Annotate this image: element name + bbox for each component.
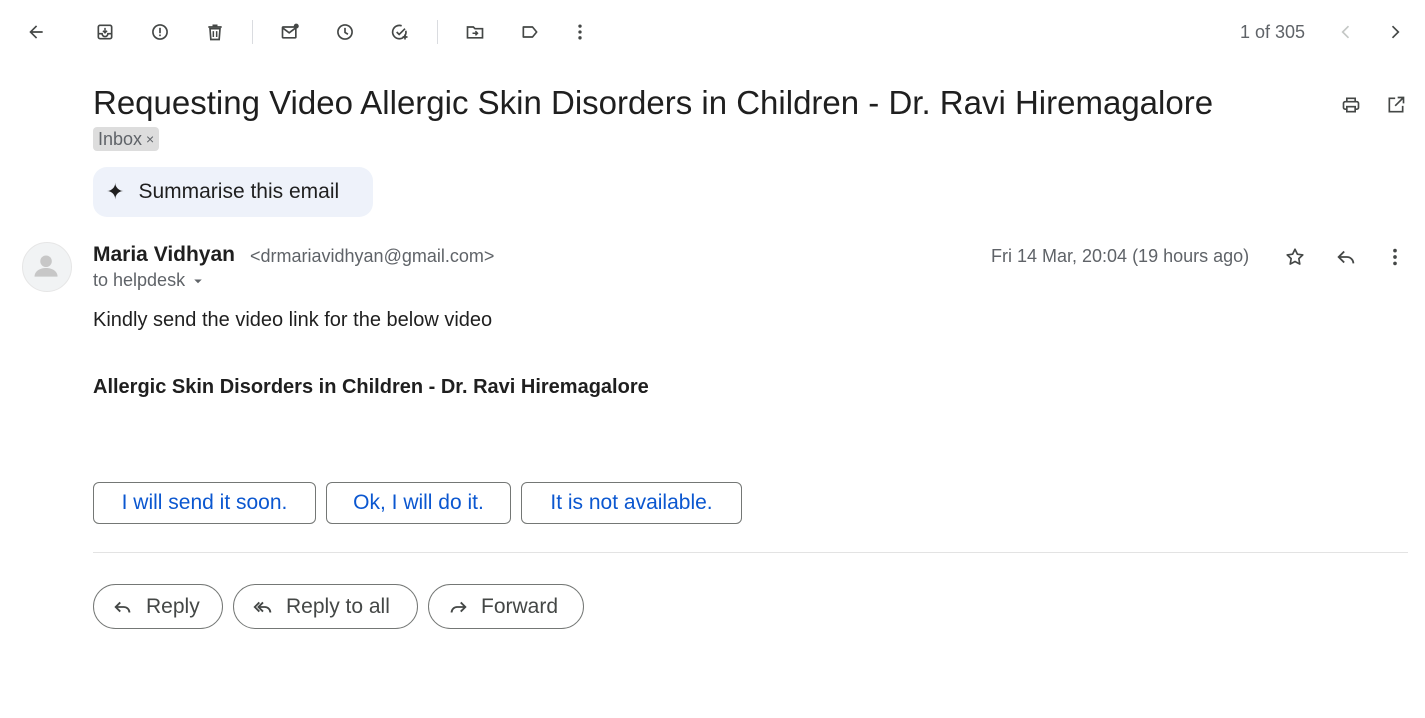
print-icon[interactable] bbox=[1335, 89, 1367, 121]
remove-label-icon[interactable]: × bbox=[146, 131, 154, 147]
newer-chevron-icon[interactable] bbox=[1330, 16, 1362, 48]
delete-icon[interactable] bbox=[199, 16, 231, 48]
recipients-toggle[interactable]: to helpdesk bbox=[93, 270, 207, 291]
email-body-video-title: Allergic Skin Disorders in Children - Dr… bbox=[93, 376, 649, 398]
summarise-label: Summarise this email bbox=[138, 180, 340, 203]
message-more-icon[interactable] bbox=[1379, 241, 1411, 273]
star-icon[interactable] bbox=[1279, 241, 1311, 273]
open-in-new-window-icon[interactable] bbox=[1380, 89, 1412, 121]
summarise-button[interactable]: ✦ Summarise this email bbox=[93, 167, 373, 217]
pager-count: 1 of 305 bbox=[1240, 22, 1306, 42]
move-to-icon[interactable] bbox=[459, 16, 491, 48]
smart-reply-3[interactable]: It is not available. bbox=[521, 482, 742, 524]
forward-icon bbox=[450, 601, 467, 613]
avatar[interactable] bbox=[22, 242, 72, 292]
sender-email: <drmariavidhyan@gmail.com> bbox=[250, 246, 495, 266]
dropdown-arrow-icon bbox=[194, 279, 202, 283]
sender-name[interactable]: Maria Vidhyan bbox=[93, 243, 235, 267]
divider bbox=[93, 552, 1408, 553]
mark-unread-icon[interactable] bbox=[274, 16, 306, 48]
snooze-icon[interactable] bbox=[329, 16, 361, 48]
back-arrow-icon[interactable] bbox=[20, 16, 52, 48]
email-subject: Requesting Video Allergic Skin Disorders… bbox=[93, 84, 1214, 121]
smart-reply-1[interactable]: I will send it soon. bbox=[93, 482, 316, 524]
label-icon[interactable] bbox=[514, 16, 546, 48]
archive-icon[interactable] bbox=[89, 16, 121, 48]
toolbar-separator bbox=[437, 20, 438, 44]
email-body-text: Kindly send the video link for the below… bbox=[93, 309, 493, 331]
inbox-label-chip: Inbox × bbox=[93, 127, 160, 151]
smart-reply-2[interactable]: Ok, I will do it. bbox=[326, 482, 511, 524]
reply-icon bbox=[114, 601, 131, 613]
add-to-tasks-icon[interactable] bbox=[384, 16, 416, 48]
reply-all-label: Reply to all bbox=[286, 594, 390, 618]
recipient-text: to helpdesk bbox=[93, 270, 186, 290]
label-text: Inbox bbox=[98, 128, 143, 149]
reply-button[interactable]: Reply bbox=[93, 584, 223, 629]
report-spam-icon[interactable] bbox=[144, 16, 176, 48]
email-date: Fri 14 Mar, 20:04 (19 hours ago) bbox=[991, 246, 1250, 266]
older-chevron-icon[interactable] bbox=[1379, 16, 1411, 48]
sparkle-icon: ✦ bbox=[106, 179, 125, 204]
default-avatar-icon bbox=[34, 255, 58, 277]
more-vert-icon[interactable] bbox=[564, 16, 596, 48]
reply-all-button[interactable]: Reply to all bbox=[233, 584, 418, 629]
toolbar-separator bbox=[252, 20, 253, 44]
forward-button[interactable]: Forward bbox=[428, 584, 584, 629]
forward-label: Forward bbox=[481, 594, 559, 618]
reply-icon[interactable] bbox=[1330, 241, 1362, 273]
reply-label: Reply bbox=[146, 594, 200, 618]
reply-all-icon bbox=[253, 601, 272, 613]
